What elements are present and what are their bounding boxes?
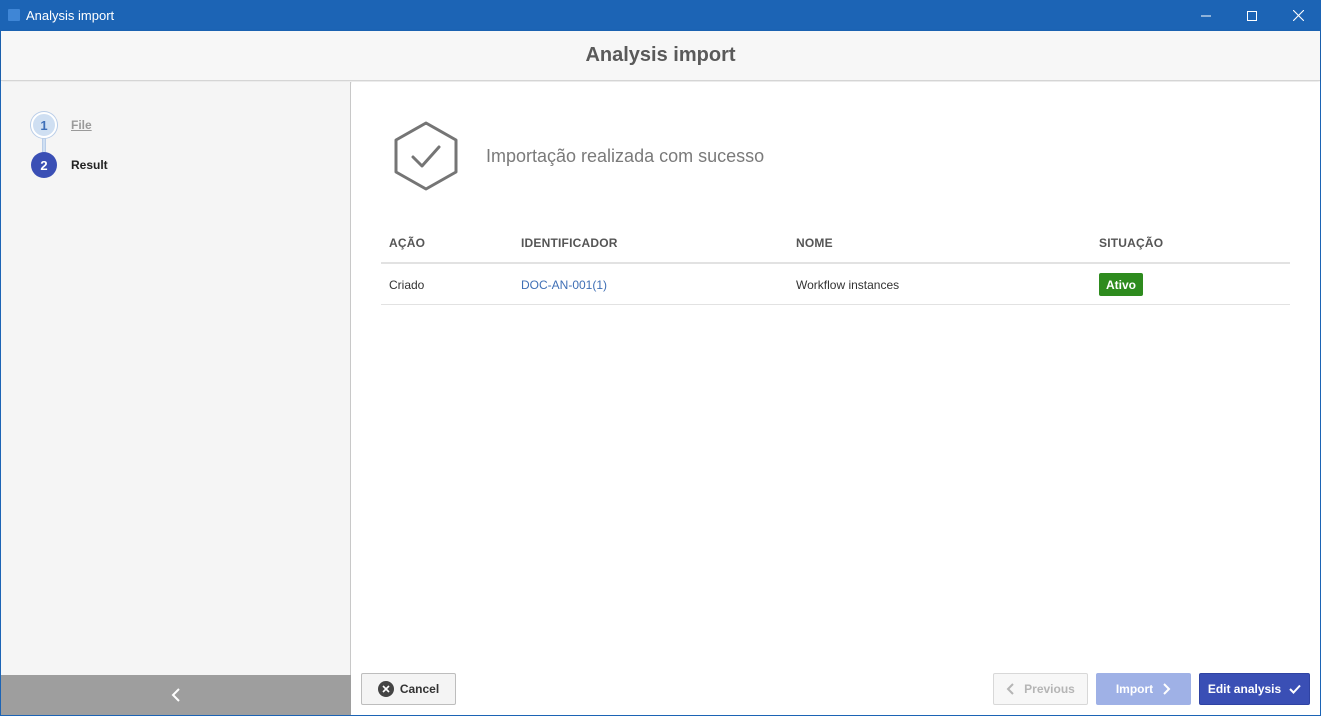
- cancel-icon: [377, 681, 394, 697]
- previous-label: Previous: [1024, 682, 1075, 696]
- column-header-name: NOME: [796, 236, 833, 250]
- import-label: Import: [1115, 682, 1154, 696]
- chevron-right-icon: [1163, 683, 1171, 695]
- result-content: [352, 82, 1320, 675]
- column-header-status: SITUAÇÃO: [1099, 236, 1164, 250]
- table-row: Criado DOC-AN-001(1) Workflow instances …: [381, 264, 1290, 305]
- result-table: AÇÃO IDENTIFICADOR NOME SITUAÇÃO Criado …: [381, 222, 1290, 305]
- page-header: Analysis import: [1, 31, 1320, 81]
- status-badge: Ativo: [1099, 273, 1143, 296]
- cancel-label: Cancel: [399, 682, 440, 696]
- step-file[interactable]: 1 File: [31, 112, 92, 138]
- minimize-icon: [1201, 15, 1211, 16]
- app-icon: [8, 9, 20, 21]
- cell-name: Workflow instances: [796, 278, 900, 292]
- maximize-button[interactable]: [1229, 0, 1275, 31]
- step-number: 1: [31, 112, 57, 138]
- edit-analysis-label: Edit analysis: [1207, 682, 1282, 696]
- cell-action: Criado: [389, 278, 425, 292]
- close-window-button[interactable]: [1275, 0, 1321, 31]
- identifier-link[interactable]: DOC-AN-001(1): [521, 278, 607, 292]
- sidebar-collapse-button[interactable]: [1, 675, 351, 715]
- chevron-left-icon: [171, 688, 180, 702]
- edit-analysis-button[interactable]: Edit analysis: [1199, 673, 1310, 705]
- minimize-button[interactable]: [1183, 0, 1229, 31]
- previous-button[interactable]: Previous: [993, 673, 1088, 705]
- close-icon: [1292, 10, 1304, 21]
- window-titlebar: Analysis import: [0, 0, 1321, 31]
- page-title: Analysis import: [585, 44, 736, 66]
- check-icon: [1289, 684, 1301, 694]
- maximize-icon: [1247, 10, 1257, 21]
- table-header: AÇÃO IDENTIFICADOR NOME SITUAÇÃO: [381, 222, 1290, 264]
- column-header-action: AÇÃO: [389, 236, 426, 250]
- success-message: Importação realizada com sucesso: [486, 146, 765, 166]
- step-number: 2: [31, 152, 57, 178]
- step-result: 2 Result: [31, 152, 108, 178]
- import-button[interactable]: Import: [1096, 673, 1191, 705]
- check-hexagon-icon: [394, 121, 458, 191]
- step-label[interactable]: File: [71, 118, 92, 132]
- step-label: Result: [71, 158, 108, 172]
- column-header-identifier: IDENTIFICADOR: [521, 236, 618, 250]
- chevron-left-icon: [1006, 683, 1014, 695]
- cancel-button[interactable]: Cancel: [361, 673, 456, 705]
- window-title: Analysis import: [26, 8, 115, 23]
